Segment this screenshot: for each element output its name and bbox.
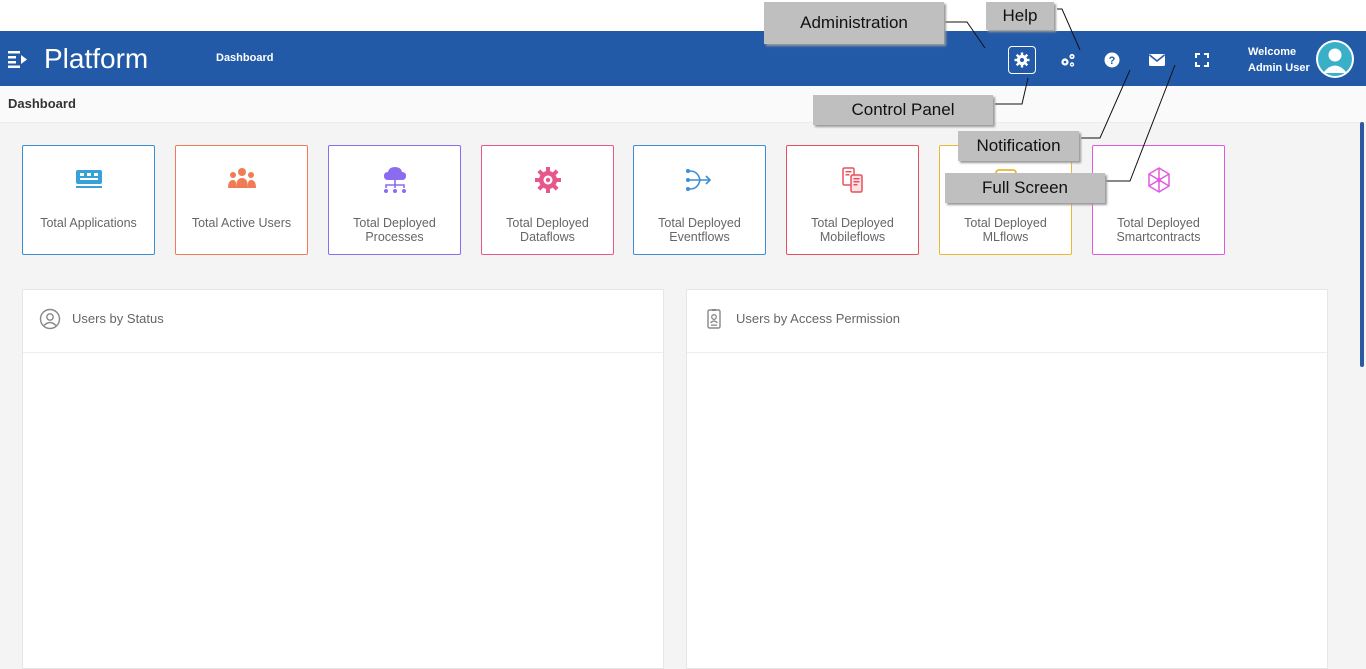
user-circle-icon xyxy=(39,308,61,330)
header-breadcrumb: Dashboard xyxy=(216,52,274,64)
brand-title[interactable]: Platform xyxy=(44,43,148,75)
callout-full-screen: Full Screen xyxy=(945,173,1105,203)
card-label: Total Deployed Mobileflows xyxy=(811,216,894,244)
gear-icon xyxy=(1014,52,1030,68)
user-avatar-icon xyxy=(1318,42,1352,76)
applications-icon xyxy=(75,170,102,188)
breadcrumb: Dashboard xyxy=(0,86,1366,123)
welcome-text: Welcome Admin User xyxy=(1248,44,1310,76)
welcome-line: Welcome xyxy=(1248,46,1297,58)
panel-header: Users by Status xyxy=(23,290,663,353)
top-strip xyxy=(0,0,1366,31)
expand-icon xyxy=(1195,53,1209,67)
sidebar-toggle-icon[interactable] xyxy=(8,50,30,68)
envelope-icon xyxy=(1149,54,1165,66)
help-button[interactable]: ? xyxy=(1098,46,1126,74)
card-label: Total Active Users xyxy=(191,216,292,230)
question-circle-icon: ? xyxy=(1104,52,1120,68)
card-label: Total Applications xyxy=(40,216,137,230)
scrollbar[interactable] xyxy=(1360,122,1364,367)
svg-text:?: ? xyxy=(1109,55,1116,67)
id-badge-icon xyxy=(707,309,721,329)
panel-header: Users by Access Permission xyxy=(687,290,1327,353)
users-icon xyxy=(227,168,256,188)
panel-users-by-status: Users by Status xyxy=(22,289,664,669)
cogs-icon xyxy=(1061,53,1075,67)
cloud-process-icon xyxy=(383,167,406,193)
eventflow-icon xyxy=(685,169,711,191)
card-total-active-users[interactable]: Total Active Users xyxy=(175,145,308,255)
card-label: Total Deployed Smartcontracts xyxy=(1116,216,1201,244)
card-label: Total Deployed MLflows xyxy=(964,216,1047,244)
card-label: Total Deployed Processes xyxy=(353,216,436,244)
callout-administration: Administration xyxy=(764,2,944,44)
page-title: Dashboard xyxy=(8,96,76,111)
card-total-applications[interactable]: Total Applications xyxy=(22,145,155,255)
gear-dataflow-icon xyxy=(534,167,561,193)
notification-button[interactable] xyxy=(1143,46,1171,74)
smartcontract-icon xyxy=(1147,167,1170,193)
callout-notification: Notification xyxy=(958,131,1079,161)
card-total-deployed-processes[interactable]: Total Deployed Processes xyxy=(328,145,461,255)
user-name: Admin User xyxy=(1248,62,1310,74)
mobileflow-icon xyxy=(841,167,863,193)
administration-button[interactable] xyxy=(1054,46,1082,74)
full-screen-button[interactable] xyxy=(1188,46,1216,74)
control-panel-button[interactable] xyxy=(1008,46,1036,74)
callout-help: Help xyxy=(986,2,1054,30)
card-total-deployed-eventflows[interactable]: Total Deployed Eventflows xyxy=(633,145,766,255)
avatar[interactable] xyxy=(1316,40,1354,78)
card-total-deployed-smartcontracts[interactable]: Total Deployed Smartcontracts xyxy=(1092,145,1225,255)
callout-control-panel: Control Panel xyxy=(813,95,993,125)
card-total-deployed-dataflows[interactable]: Total Deployed Dataflows xyxy=(481,145,614,255)
card-label: Total Deployed Eventflows xyxy=(658,216,741,244)
panel-title: Users by Access Permission xyxy=(736,311,900,326)
card-label: Total Deployed Dataflows xyxy=(506,216,589,244)
card-total-deployed-mobileflows[interactable]: Total Deployed Mobileflows xyxy=(786,145,919,255)
panel-title: Users by Status xyxy=(72,311,164,326)
app-header: Platform Dashboard ? Welcome Admin User xyxy=(0,31,1366,86)
panel-users-by-access-permission: Users by Access Permission xyxy=(686,289,1328,669)
